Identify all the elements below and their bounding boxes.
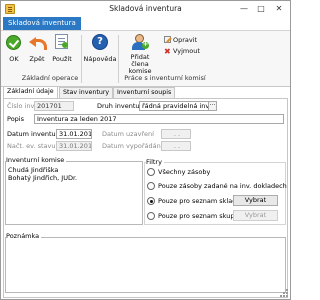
- stock-load-label: Načt. ev. stavu:: [7, 142, 58, 150]
- use-button[interactable]: Použít: [49, 33, 75, 73]
- commission-member[interactable]: Chudá Jindřiška: [8, 166, 58, 174]
- pencil-edit-icon: [164, 36, 171, 43]
- inventory-dialog-window: Skladová inventura — □ ✕ Skladová invent…: [0, 0, 291, 300]
- ribbon-tab-bar: Skladová inventura: [1, 17, 290, 30]
- select-groups-button[interactable]: Vybrat: [233, 210, 278, 221]
- undo-arrow-icon: [29, 36, 47, 50]
- add-member-button[interactable]: Přidat člena komise: [121, 33, 159, 75]
- content-tabs: Základní údaje Stav inventury Inventurní…: [3, 86, 288, 98]
- settlement-date-label: Datum vypořádání:: [102, 142, 165, 150]
- help-question-icon: ?: [92, 34, 108, 50]
- filter-warehouses-label[interactable]: Pouze pro seznam skladů: [158, 197, 240, 205]
- minimize-button[interactable]: —: [236, 2, 252, 15]
- description-label: Popis: [7, 115, 24, 123]
- inventory-date-field[interactable]: 31.01.2017: [56, 129, 92, 139]
- maximize-button[interactable]: □: [253, 2, 269, 15]
- plus-icon: [142, 40, 149, 49]
- note-textarea[interactable]: [5, 237, 286, 293]
- ok-button[interactable]: OK: [4, 33, 24, 73]
- description-field[interactable]: Inventura za leden 2017: [34, 114, 284, 124]
- title-bar[interactable]: Skladová inventura — □ ✕: [1, 1, 290, 17]
- remove-member-button[interactable]: ✖ Vyjmout: [164, 47, 200, 56]
- inventory-number-field: 201701: [34, 101, 74, 111]
- select-warehouses-button[interactable]: Vybrat: [233, 195, 278, 206]
- ribbon-separator: [81, 35, 82, 83]
- back-button[interactable]: Zpět: [26, 33, 48, 73]
- filter-groups-label[interactable]: Pouze pro seznam skupin: [158, 212, 240, 220]
- inventory-number-label: Číslo inv.: [7, 102, 36, 110]
- inventory-type-picker-button[interactable]: ···: [208, 101, 217, 111]
- filters-title: Filtry: [146, 158, 164, 166]
- filter-documents-label[interactable]: Pouze zásoby zadané na inv. dokladech: [158, 182, 287, 190]
- filter-documents-radio[interactable]: [147, 182, 155, 190]
- ribbon-tab-inventory[interactable]: Skladová inventura: [3, 17, 81, 30]
- commission-member[interactable]: Bohatý Jindřich, JUDr.: [8, 174, 77, 182]
- stock-load-date-field: 31.01.2017: [56, 141, 92, 151]
- closing-date-label: Datum uzavření: [102, 130, 154, 138]
- tab-inventory-state[interactable]: Stav inventury: [59, 87, 114, 98]
- filter-all-label[interactable]: Všechny zásoby: [158, 168, 210, 176]
- settlement-date-field: . .: [161, 141, 191, 151]
- resize-grip-icon[interactable]: [280, 289, 288, 297]
- filter-groups-radio[interactable]: [147, 212, 155, 220]
- edit-member-button[interactable]: Opravit: [164, 36, 197, 44]
- group-label-commission: Práce s inventurní komisí: [124, 74, 206, 82]
- note-title: Poznámka: [6, 232, 42, 240]
- commission-title: Inventurní komise: [6, 156, 67, 164]
- filter-all-radio[interactable]: [147, 168, 155, 176]
- apply-document-icon: [55, 34, 68, 49]
- tab-inventory-list[interactable]: Inventurní soupis: [113, 87, 176, 98]
- ribbon-toolbar: OK Zpět Použít Základní operace ? Nápově…: [1, 30, 290, 87]
- inventory-type-field[interactable]: řádná pravidelná inventu: [139, 101, 209, 111]
- filter-warehouses-radio[interactable]: [147, 197, 155, 205]
- close-button[interactable]: ✕: [271, 2, 287, 15]
- tab-basic-data[interactable]: Základní údaje: [3, 86, 58, 98]
- delete-x-icon: ✖: [164, 47, 171, 56]
- group-label-basic-operations: Základní operace: [21, 74, 79, 82]
- help-button[interactable]: ? Nápověda: [83, 33, 117, 73]
- closing-date-field: . .: [161, 129, 191, 139]
- checkmark-icon: [6, 35, 21, 50]
